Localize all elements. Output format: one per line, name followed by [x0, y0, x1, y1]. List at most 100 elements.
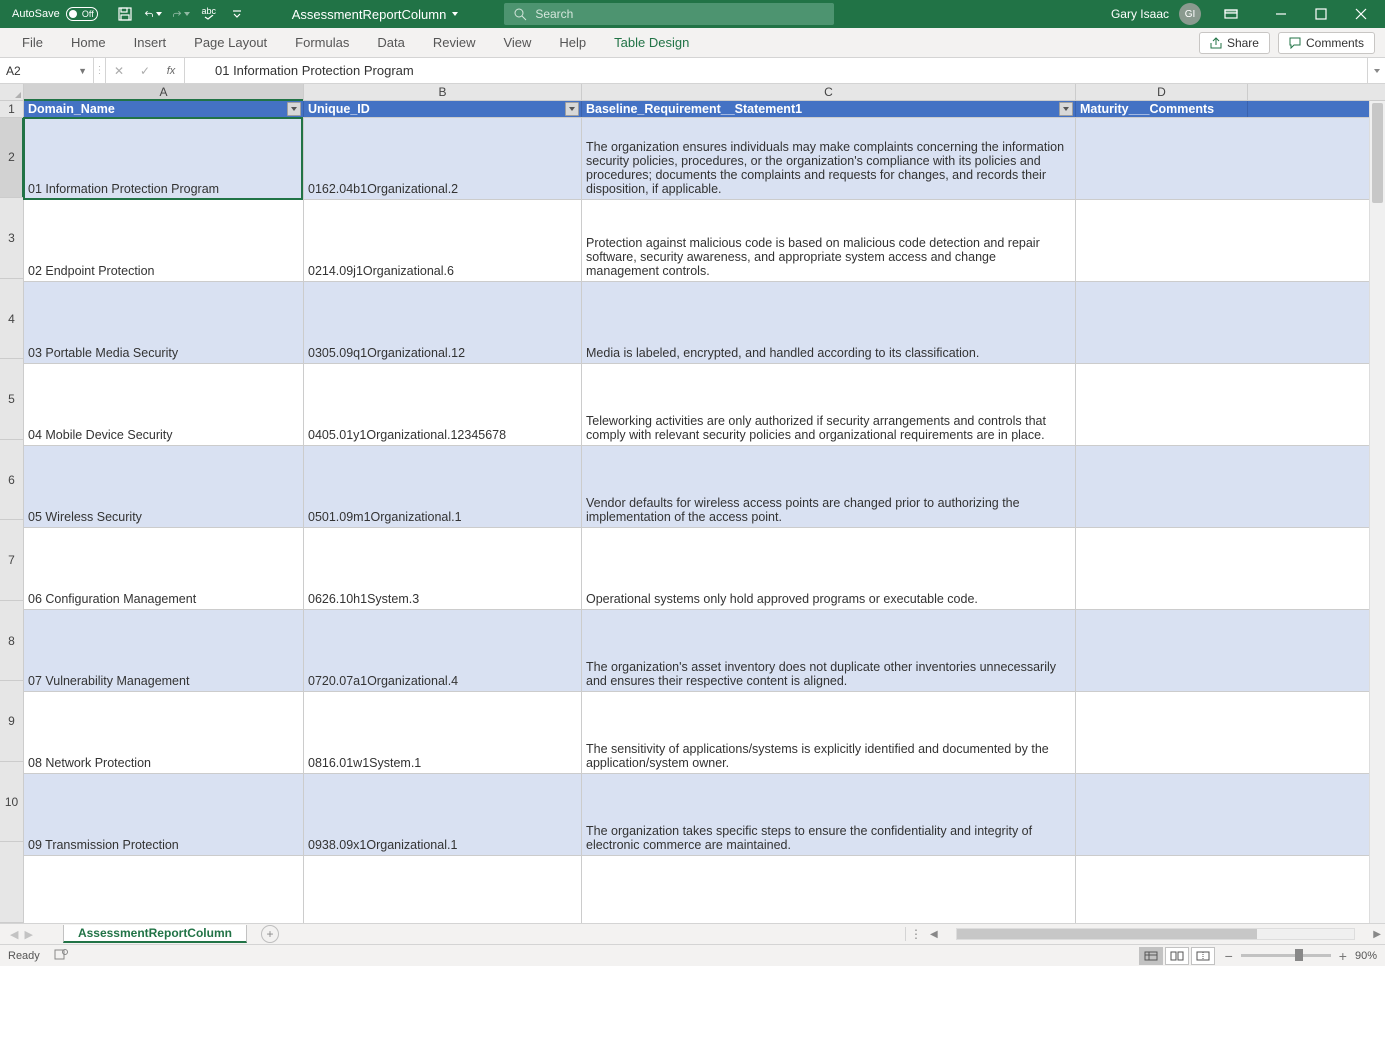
- minimize-icon[interactable]: [1261, 0, 1301, 28]
- table-row[interactable]: 02 Endpoint Protection 0214.09j1Organiza…: [24, 200, 1385, 282]
- view-normal-icon[interactable]: [1139, 947, 1163, 965]
- sheet-tab-active[interactable]: AssessmentReportColumn: [63, 925, 247, 943]
- table-row[interactable]: 06 Configuration Management 0626.10h1Sys…: [24, 528, 1385, 610]
- hscroll-split-icon[interactable]: ⋮: [906, 927, 926, 941]
- horizontal-scrollbar[interactable]: ⋮ ◀ ▶: [905, 927, 1385, 941]
- formula-bar: A2 ▼ ⋮ ✕ ✓ fx 01 Information Protection …: [0, 58, 1385, 84]
- row-head-10[interactable]: 10: [0, 762, 23, 843]
- tab-help[interactable]: Help: [545, 28, 600, 57]
- row-head-1[interactable]: 1: [0, 101, 23, 118]
- redo-icon[interactable]: [172, 5, 190, 23]
- tab-view[interactable]: View: [489, 28, 545, 57]
- user-name[interactable]: Gary Isaac: [1111, 7, 1169, 21]
- title-bar: AutoSave Off abc AssessmentReportColumn …: [0, 0, 1385, 28]
- enter-formula-icon[interactable]: ✓: [132, 58, 158, 83]
- column-headers: A B C D: [0, 84, 1385, 101]
- tab-page-layout[interactable]: Page Layout: [180, 28, 281, 57]
- spreadsheet-grid: A B C D 1 2 3 4 5 6 7 8 9 10 Domain_Name…: [0, 84, 1385, 923]
- sheet-nav-next-icon[interactable]: ▶: [24, 928, 32, 941]
- undo-icon[interactable]: [144, 5, 162, 23]
- share-button[interactable]: Share: [1199, 32, 1270, 54]
- tab-table-design[interactable]: Table Design: [600, 28, 703, 57]
- chevron-down-icon[interactable]: ▼: [78, 66, 87, 76]
- vertical-scrollbar[interactable]: [1369, 101, 1385, 923]
- filter-icon[interactable]: [565, 102, 579, 116]
- avatar[interactable]: GI: [1179, 3, 1201, 25]
- zoom-level[interactable]: 90%: [1355, 950, 1377, 962]
- row-head-11[interactable]: [0, 842, 23, 923]
- header-unique-id[interactable]: Unique_ID: [304, 101, 582, 117]
- status-mode: Ready: [8, 950, 40, 962]
- filter-icon[interactable]: [1059, 102, 1073, 116]
- view-page-break-icon[interactable]: [1191, 947, 1215, 965]
- add-sheet-icon[interactable]: +: [261, 925, 279, 943]
- name-box[interactable]: A2 ▼: [0, 58, 94, 83]
- view-page-layout-icon[interactable]: [1165, 947, 1189, 965]
- tab-home[interactable]: Home: [57, 28, 120, 57]
- search-input[interactable]: Search: [504, 3, 834, 25]
- tab-data[interactable]: Data: [363, 28, 418, 57]
- row-head-7[interactable]: 7: [0, 520, 23, 601]
- table-row[interactable]: [24, 856, 1385, 923]
- cells[interactable]: Domain_Name Unique_ID Baseline_Requireme…: [24, 101, 1385, 923]
- zoom-out-icon[interactable]: −: [1225, 951, 1233, 961]
- select-all[interactable]: [0, 84, 24, 100]
- autosave-toggle[interactable]: AutoSave Off: [12, 7, 98, 21]
- chevron-down-icon[interactable]: [452, 12, 458, 16]
- col-head-B[interactable]: B: [304, 84, 582, 100]
- scrollbar-thumb[interactable]: [957, 929, 1257, 939]
- col-head-D[interactable]: D: [1076, 84, 1248, 100]
- row-head-3[interactable]: 3: [0, 198, 23, 279]
- cancel-formula-icon[interactable]: ✕: [106, 58, 132, 83]
- row-headers: 1 2 3 4 5 6 7 8 9 10: [0, 101, 24, 923]
- scrollbar-thumb[interactable]: [1372, 103, 1383, 203]
- row-head-8[interactable]: 8: [0, 601, 23, 682]
- table-row[interactable]: 05 Wireless Security 0501.09m1Organizati…: [24, 446, 1385, 528]
- zoom-slider[interactable]: [1241, 954, 1331, 957]
- formula-expand-icon[interactable]: [1367, 58, 1385, 83]
- maximize-icon[interactable]: [1301, 0, 1341, 28]
- status-bar: Ready − + 90%: [0, 944, 1385, 966]
- header-maturity-comments[interactable]: Maturity___Comments: [1076, 101, 1248, 117]
- name-box-expand[interactable]: ⋮: [94, 58, 106, 83]
- table-row[interactable]: 09 Transmission Protection 0938.09x1Orga…: [24, 774, 1385, 856]
- header-baseline-req[interactable]: Baseline_Requirement__Statement1: [582, 101, 1076, 117]
- sheet-nav-prev-icon[interactable]: ◀: [10, 928, 18, 941]
- row-head-5[interactable]: 5: [0, 359, 23, 440]
- filter-icon[interactable]: [287, 102, 301, 116]
- formula-input[interactable]: 01 Information Protection Program: [185, 58, 1367, 83]
- fx-icon[interactable]: fx: [158, 58, 184, 83]
- tab-insert[interactable]: Insert: [120, 28, 181, 57]
- tab-file[interactable]: File: [8, 28, 57, 57]
- row-head-2[interactable]: 2: [0, 118, 23, 199]
- col-head-C[interactable]: C: [582, 84, 1076, 100]
- col-head-A[interactable]: A: [24, 84, 304, 100]
- spellcheck-icon[interactable]: abc: [200, 5, 218, 23]
- sheet-tab-bar: ◀ ▶ AssessmentReportColumn + ⋮ ◀ ▶: [0, 923, 1385, 944]
- table-row[interactable]: 08 Network Protection 0816.01w1System.1 …: [24, 692, 1385, 774]
- hscroll-left-icon[interactable]: ◀: [926, 929, 942, 940]
- comments-button[interactable]: Comments: [1278, 32, 1375, 54]
- hscroll-right-icon[interactable]: ▶: [1369, 929, 1385, 940]
- table-row[interactable]: 01 Information Protection Program 0162.0…: [24, 118, 1385, 200]
- search-icon: [514, 8, 527, 21]
- header-domain-name[interactable]: Domain_Name: [24, 101, 304, 117]
- save-icon[interactable]: [116, 5, 134, 23]
- tab-review[interactable]: Review: [419, 28, 490, 57]
- table-row[interactable]: 07 Vulnerability Management 0720.07a1Org…: [24, 610, 1385, 692]
- macro-record-icon[interactable]: [54, 948, 68, 963]
- zoom-in-icon[interactable]: +: [1339, 951, 1347, 961]
- row-head-4[interactable]: 4: [0, 279, 23, 360]
- search-placeholder: Search: [535, 7, 573, 21]
- ribbon-display-icon[interactable]: [1211, 0, 1251, 28]
- table-row[interactable]: 04 Mobile Device Security 0405.01y1Organ…: [24, 364, 1385, 446]
- autosave-label: AutoSave: [12, 8, 60, 20]
- tab-formulas[interactable]: Formulas: [281, 28, 363, 57]
- table-row[interactable]: 03 Portable Media Security 0305.09q1Orga…: [24, 282, 1385, 364]
- row-head-6[interactable]: 6: [0, 440, 23, 521]
- document-name[interactable]: AssessmentReportColumn: [292, 7, 447, 22]
- share-icon: [1210, 37, 1222, 49]
- qat-customize-icon[interactable]: [228, 5, 246, 23]
- close-icon[interactable]: [1341, 0, 1381, 28]
- row-head-9[interactable]: 9: [0, 681, 23, 762]
